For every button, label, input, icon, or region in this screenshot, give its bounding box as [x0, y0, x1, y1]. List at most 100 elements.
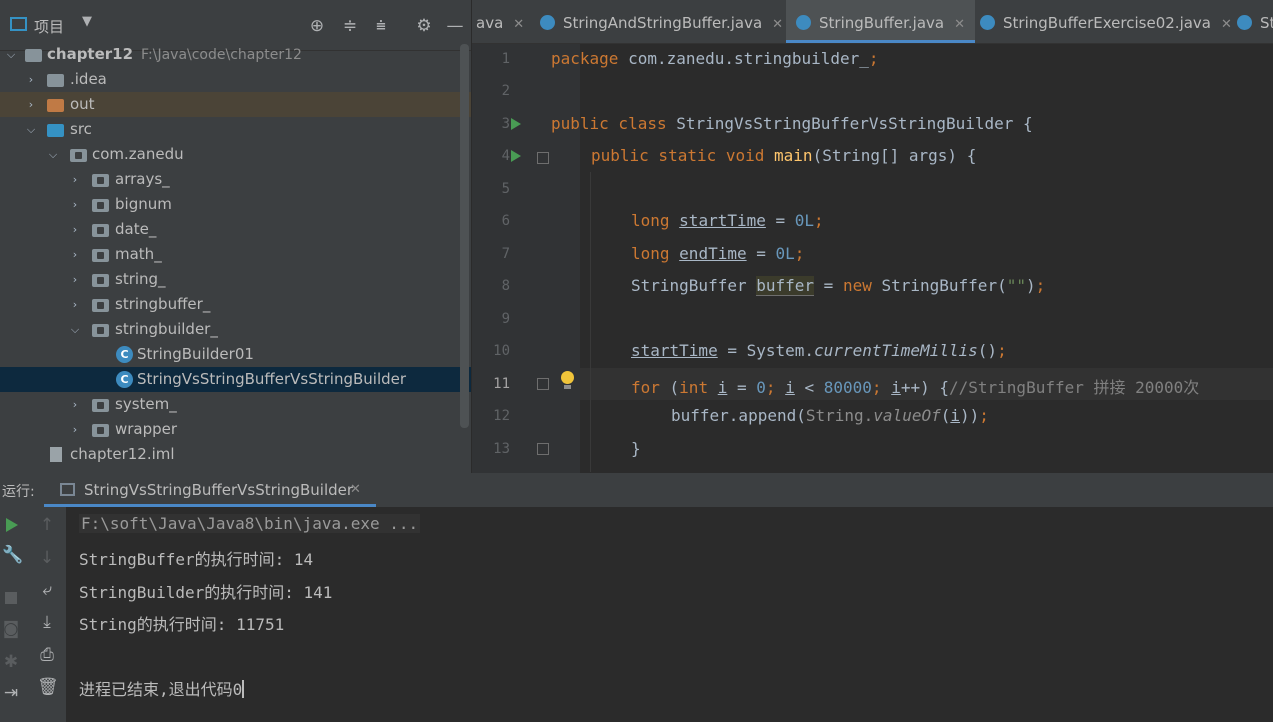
- close-icon[interactable]: ✕: [1221, 17, 1232, 32]
- chevron-right-icon[interactable]: ›: [68, 267, 82, 292]
- tree-item-bignum[interactable]: › bignum: [0, 192, 471, 217]
- chevron-down-icon[interactable]: ⌵: [46, 142, 60, 167]
- code-line-4: public static void main(String[] args) {: [591, 146, 976, 165]
- soft-wrap-icon[interactable]: ⤶: [37, 580, 57, 600]
- chevron-right-icon[interactable]: ›: [68, 167, 82, 192]
- code-token: =: [746, 244, 776, 263]
- code-line-8: StringBuffer buffer = new StringBuffer("…: [631, 276, 1046, 296]
- chevron-right-icon[interactable]: ›: [24, 67, 38, 92]
- code-token: (String[] args) {: [812, 146, 977, 165]
- lightbulb-icon[interactable]: [561, 371, 574, 384]
- close-icon[interactable]: ✕: [513, 17, 524, 32]
- fold-marker-icon[interactable]: [537, 152, 549, 164]
- tree-item-label: stringbuilder_: [115, 320, 218, 338]
- expand-all-icon[interactable]: ≑: [339, 15, 361, 37]
- tab-stringbuffer-exercise02[interactable]: StringBufferExercise02.java ✕: [980, 0, 1232, 43]
- tree-item-math[interactable]: › math_: [0, 242, 471, 267]
- camera-icon[interactable]: ◙: [1, 619, 21, 639]
- tree-root[interactable]: ⌵ chapter12 F:\Java\code\chapter12: [0, 42, 471, 67]
- print-icon[interactable]: ⎙: [37, 645, 57, 665]
- console-icon: [60, 483, 75, 496]
- code-token: ;: [1035, 276, 1046, 295]
- line-number: 8: [501, 278, 510, 294]
- run-gutter-icon[interactable]: [511, 150, 521, 162]
- code-token: main: [774, 146, 813, 165]
- source-folder-icon: [47, 124, 64, 137]
- chevron-right-icon[interactable]: ›: [68, 242, 82, 267]
- scroll-to-end-icon[interactable]: ⤓: [37, 612, 57, 632]
- chevron-right-icon[interactable]: ›: [24, 92, 38, 117]
- java-class-icon: C: [116, 346, 133, 363]
- project-scrollbar[interactable]: [460, 44, 469, 428]
- tab-label: St: [1260, 14, 1273, 32]
- stop-icon[interactable]: [5, 592, 17, 604]
- tree-item-stringbuilder01[interactable]: C StringBuilder01: [0, 342, 471, 367]
- tree-item-out[interactable]: › out: [0, 92, 471, 117]
- tree-item-date[interactable]: › date_: [0, 217, 471, 242]
- arrow-up-icon[interactable]: ↑: [37, 515, 57, 535]
- code-token: StringVsStringBufferVsStringBuilder {: [666, 114, 1033, 133]
- bug-icon[interactable]: ✱: [1, 652, 21, 672]
- code-token: }: [631, 439, 641, 458]
- tree-item-string[interactable]: › string_: [0, 267, 471, 292]
- collapse-all-icon[interactable]: ⩧: [370, 15, 392, 37]
- run-gutter-icon[interactable]: [511, 118, 521, 130]
- project-view-icon[interactable]: [10, 17, 27, 31]
- arrow-down-icon[interactable]: ↓: [37, 548, 57, 568]
- code-line-13: }: [631, 439, 641, 458]
- code-token: ): [1025, 276, 1036, 295]
- chevron-right-icon[interactable]: ›: [68, 192, 82, 217]
- chevron-down-icon[interactable]: ⌵: [4, 42, 18, 67]
- tree-item-stringbuffer[interactable]: › stringbuffer_: [0, 292, 471, 317]
- run-config-tab[interactable]: StringVsStringBufferVsStringBuilder ✕: [44, 474, 376, 507]
- locate-icon[interactable]: ⊕: [306, 15, 328, 37]
- fold-marker-icon[interactable]: [537, 443, 549, 455]
- minimize-icon[interactable]: —: [444, 15, 466, 37]
- fold-marker-icon[interactable]: [537, 378, 549, 390]
- line-number: 7: [501, 246, 510, 262]
- tree-item-iml[interactable]: chapter12.iml: [0, 442, 471, 467]
- tree-item-label: math_: [115, 245, 162, 263]
- tree-item-idea[interactable]: › .idea: [0, 67, 471, 92]
- tree-item-label: bignum: [115, 195, 172, 213]
- tab-label: StringBufferExercise02.java: [1003, 14, 1211, 32]
- wrench-icon[interactable]: 🔧: [2, 545, 23, 565]
- code-token: public static void: [591, 146, 765, 165]
- tree-item-label: com.zanedu: [92, 145, 184, 163]
- tree-item-wrapper[interactable]: › wrapper: [0, 417, 471, 442]
- rerun-icon[interactable]: [6, 518, 18, 532]
- tree-item-arrays[interactable]: › arrays_: [0, 167, 471, 192]
- tree-item-label: src: [70, 120, 92, 138]
- exit-icon[interactable]: ⇥: [1, 683, 21, 703]
- run-toolbar-console: ↑ ↓ ⤶ ⤓ ⎙ 🗑: [29, 507, 67, 722]
- tree-item-stringbuilder[interactable]: ⌵ stringbuilder_: [0, 317, 471, 342]
- chevron-down-icon[interactable]: ▼: [82, 14, 92, 29]
- chevron-down-icon[interactable]: ⌵: [24, 117, 38, 142]
- console-text: StringBuilder的执行时间: 141: [79, 583, 333, 602]
- code-token: long: [631, 211, 670, 230]
- chevron-right-icon[interactable]: ›: [68, 392, 82, 417]
- tab-partial-right[interactable]: St: [1237, 0, 1273, 43]
- chevron-right-icon[interactable]: ›: [68, 292, 82, 317]
- tree-item-package[interactable]: ⌵ com.zanedu: [0, 142, 471, 167]
- close-icon[interactable]: ✕: [954, 17, 965, 32]
- trash-icon[interactable]: 🗑: [37, 677, 59, 697]
- chevron-down-icon[interactable]: ⌵: [68, 317, 82, 342]
- gear-icon[interactable]: ⚙: [413, 15, 435, 37]
- code-token: (): [977, 341, 998, 360]
- tree-item-system[interactable]: › system_: [0, 392, 471, 417]
- code-line-6: long startTime = 0L;: [631, 211, 824, 230]
- close-icon[interactable]: ✕: [350, 474, 361, 506]
- chevron-right-icon[interactable]: ›: [68, 217, 82, 242]
- tab-partial-left[interactable]: ava ✕: [476, 0, 524, 43]
- tree-item-selected-class[interactable]: C StringVsStringBufferVsStringBuilder: [0, 367, 471, 392]
- package-icon: [92, 424, 109, 437]
- project-header-label[interactable]: 项目: [34, 16, 64, 37]
- tab-string-and-stringbuffer[interactable]: StringAndStringBuffer.java ✕: [540, 0, 783, 43]
- code-token: buffer: [756, 276, 815, 296]
- code-token: 0: [756, 378, 766, 397]
- tab-stringbuffer[interactable]: StringBuffer.java ✕: [786, 0, 976, 43]
- tree-item-src[interactable]: ⌵ src: [0, 117, 471, 142]
- close-icon[interactable]: ✕: [772, 17, 783, 32]
- chevron-right-icon[interactable]: ›: [68, 417, 82, 442]
